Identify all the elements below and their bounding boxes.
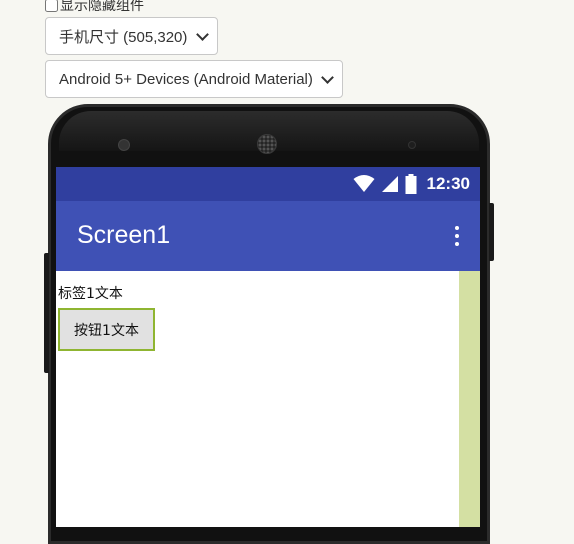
screen-side-strip bbox=[459, 271, 480, 527]
show-hidden-components-toggle[interactable]: 显示隐藏组件 bbox=[45, 0, 144, 14]
chevron-down-icon bbox=[196, 27, 209, 41]
wifi-icon bbox=[353, 175, 375, 192]
show-hidden-label: 显示隐藏组件 bbox=[60, 0, 144, 14]
cell-signal-icon bbox=[381, 176, 398, 192]
status-bar: 12:30 bbox=[56, 167, 480, 201]
chevron-down-icon bbox=[321, 70, 334, 84]
front-camera-icon bbox=[408, 141, 416, 149]
phone-screen: 12:30 Screen1 标签1文本 按钮1文本 bbox=[56, 167, 480, 527]
label1[interactable]: 标签1文本 bbox=[58, 283, 123, 303]
front-sensor-icon bbox=[118, 139, 130, 151]
battery-icon bbox=[405, 174, 417, 194]
earpiece-speaker-icon bbox=[257, 134, 277, 154]
phone-mockup: 12:30 Screen1 标签1文本 按钮1文本 bbox=[44, 104, 494, 544]
device-size-select[interactable]: 手机尺寸 (505,320) bbox=[45, 17, 218, 55]
app-bar: Screen1 bbox=[56, 201, 480, 271]
theme-value: Android 5+ Devices (Android Material) bbox=[59, 70, 313, 88]
phone-right-side-button bbox=[489, 203, 494, 261]
theme-select[interactable]: Android 5+ Devices (Android Material) bbox=[45, 60, 343, 98]
button1-label: 按钮1文本 bbox=[74, 322, 139, 339]
phone-left-side-button bbox=[44, 253, 49, 373]
status-time: 12:30 bbox=[426, 174, 470, 193]
screen-title: Screen1 bbox=[77, 221, 171, 249]
show-hidden-checkbox[interactable] bbox=[45, 0, 58, 12]
status-icons: 12:30 bbox=[353, 173, 470, 195]
screen-content: 标签1文本 按钮1文本 bbox=[56, 271, 480, 527]
device-size-value: 手机尺寸 (505,320) bbox=[59, 28, 188, 46]
button1[interactable]: 按钮1文本 bbox=[58, 308, 155, 351]
more-vertical-icon[interactable] bbox=[452, 226, 462, 246]
